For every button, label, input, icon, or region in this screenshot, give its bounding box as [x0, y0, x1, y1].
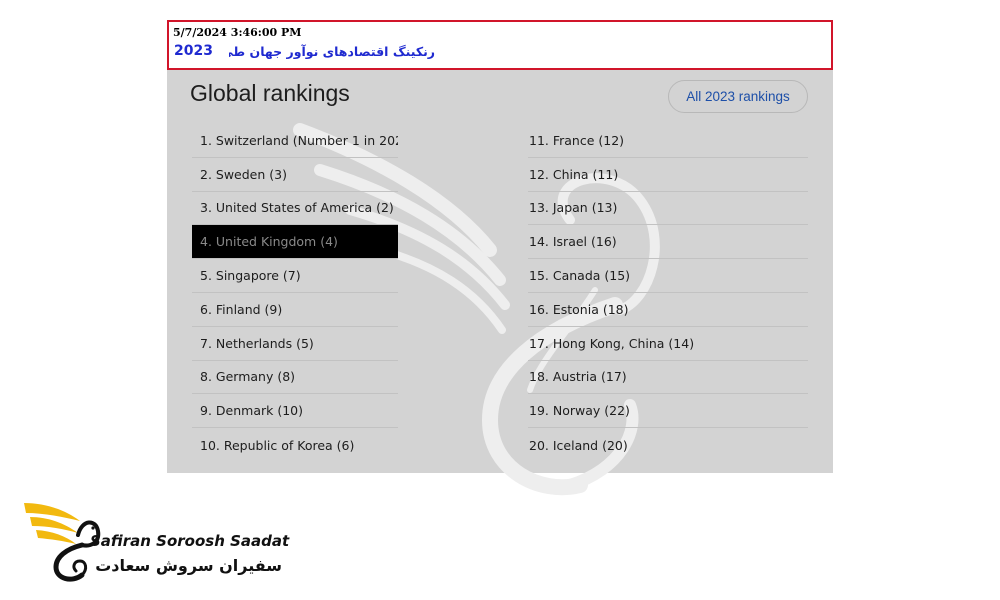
news-header: 5/7/2024 3:46:00 PM رنکینگ اقتصادهای نوآ… [167, 20, 833, 70]
list-item: 18. Austria (17) [528, 361, 808, 395]
list-item: 20. Iceland (20) [529, 437, 628, 453]
list-item: 9. Denmark (10) [192, 394, 398, 429]
list-item: 3. United States of America (2) [192, 192, 398, 226]
list-item-highlighted: 4. United Kingdom (4) [192, 225, 398, 260]
list-item: 12. China (11) [528, 158, 808, 192]
rankings-list-right: 11. France (12) 12. China (11) 13. Japan… [528, 124, 808, 462]
list-item: 10. Republic of Korea (6) [200, 437, 355, 453]
list-item: 2. Sweden (3) [192, 158, 398, 192]
list-item: 19. Norway (22) [528, 394, 808, 429]
page-title: Global rankings [190, 80, 350, 106]
brand-name-fa: سفیران سروش سعادت [95, 556, 282, 575]
list-item: 13. Japan (13) [528, 192, 808, 226]
list-item: 7. Netherlands (5) [192, 327, 398, 361]
rankings-list-left: 1. Switzerland (Number 1 in 2022) 2. Swe… [192, 124, 398, 462]
all-rankings-button[interactable]: All 2023 rankings [668, 80, 808, 113]
brand-name-en: Safiran Soroosh Saadat [90, 532, 290, 550]
list-item: 14. Israel (16) [528, 225, 808, 260]
list-item: 5. Singapore (7) [192, 259, 398, 293]
list-item: 15. Canada (15) [528, 259, 808, 293]
list-item: 8. Germany (8) [192, 361, 398, 395]
timestamp: 5/7/2024 3:46:00 PM [173, 26, 302, 39]
list-item: 16. Estonia (18) [528, 293, 808, 327]
list-item: 1. Switzerland (Number 1 in 2022) [192, 124, 398, 158]
list-item: 6. Finland (9) [192, 293, 398, 327]
headline-year: 2023 [174, 43, 213, 59]
list-item: 17. Hong Kong, China (14) [528, 327, 808, 361]
list-item: 11. France (12) [528, 124, 808, 158]
headline-text: رنکینگ اقتصادهای نوآور جهان طی سال [229, 44, 435, 59]
